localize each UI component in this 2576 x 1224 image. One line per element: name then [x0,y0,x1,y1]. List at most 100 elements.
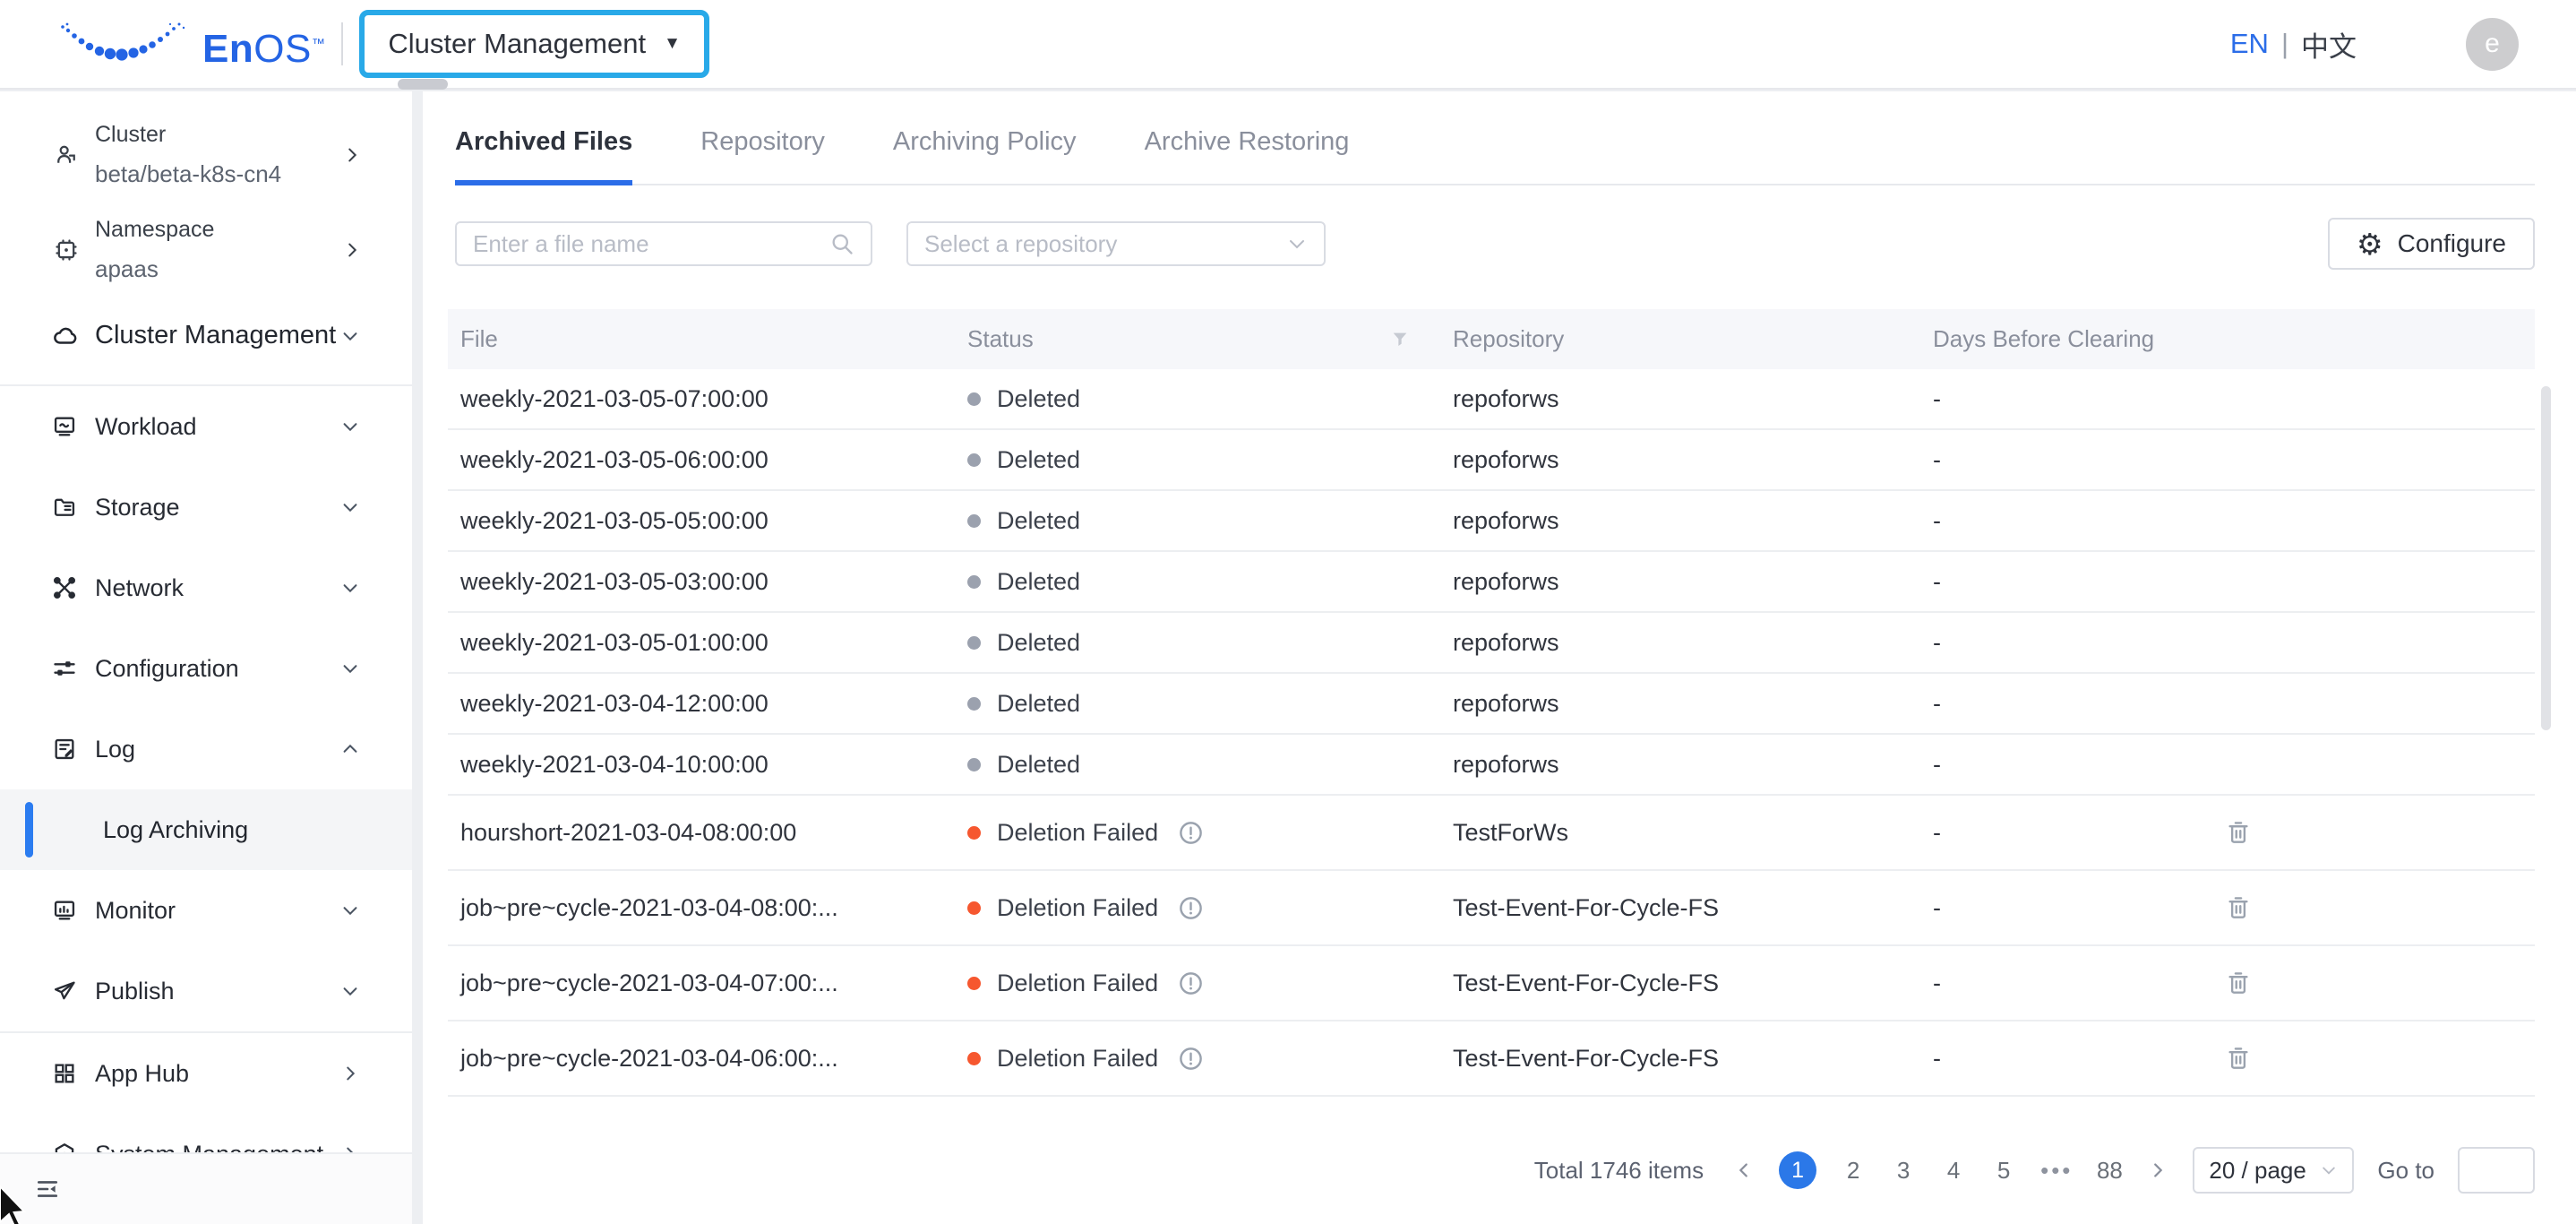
page-5-button[interactable]: 5 [1990,1157,2017,1185]
tab-bar: Archived Files Repository Archiving Poli… [455,91,2535,185]
page-2-button[interactable]: 2 [1840,1157,1867,1185]
enos-logo: EnOS™ [56,19,325,69]
status-cell: Deleted [955,385,1440,413]
table-row[interactable]: job~pre~cycle-2021-03-04-07:00:... Delet… [448,946,2535,1021]
status-cell: Deleted [955,507,1440,535]
chevron-down-icon [340,326,360,346]
status-text: Deleted [997,446,1080,474]
status-text: Deletion Failed [997,970,1158,997]
status-text: Deleted [997,751,1080,779]
table-row[interactable]: job~pre~cycle-2021-03-04-08:00:... Delet… [448,871,2535,946]
goto-page-input[interactable] [2458,1147,2535,1194]
vertical-scrollbar[interactable] [2541,386,2551,730]
table-row[interactable]: weekly-2021-03-05-07:00:00 Deleted repof… [448,369,2535,430]
file-cell: weekly-2021-03-05-03:00:00 [448,568,955,596]
days-cell: - [1920,819,2198,847]
status-dot-icon [967,901,981,915]
repository-cell: repoforws [1440,446,1920,474]
column-header-repository: Repository [1440,325,1920,353]
sidebar-item-network[interactable]: Network [0,547,412,628]
sidebar-item-log[interactable]: Log [0,709,412,789]
page-3-button[interactable]: 3 [1890,1157,1917,1185]
tab-repository[interactable]: Repository [700,127,825,184]
collapse-sidebar-icon[interactable] [36,1177,59,1201]
sidebar-item-configuration[interactable]: Configuration [0,628,412,709]
sidebar-item-app-hub[interactable]: App Hub [0,1033,412,1114]
file-search-input[interactable] [473,230,829,258]
page-4-button[interactable]: 4 [1940,1157,1967,1185]
days-cell: - [1920,894,2198,922]
info-icon[interactable] [1178,820,1204,846]
status-cell: Deletion Failed [955,894,1440,922]
column-header-file: File [448,325,955,353]
tab-archiving-policy[interactable]: Archiving Policy [893,127,1077,184]
table-row[interactable]: weekly-2021-03-05-06:00:00 Deleted repof… [448,430,2535,491]
days-cell: - [1920,385,2198,413]
sidebar-item-monitor[interactable]: Monitor [0,870,412,951]
configuration-icon [52,656,77,681]
repository-cell: repoforws [1440,629,1920,657]
more-pages-ellipsis[interactable]: ••• [2040,1157,2073,1185]
file-cell: weekly-2021-03-05-07:00:00 [448,385,955,413]
cluster-icon [54,142,79,168]
sidebar-footer [0,1152,412,1224]
table-row[interactable]: job~pre~cycle-2021-03-04-06:00:... Delet… [448,1021,2535,1097]
delete-file-button[interactable] [2225,970,2252,996]
app-switcher-dropdown[interactable]: Cluster Management ▼ [359,10,709,78]
sidebar-item-workload[interactable]: Workload [0,386,412,467]
chevron-down-icon [2320,1161,2338,1179]
column-header-status: Status [955,325,1440,353]
days-cell: - [1920,507,2198,535]
tab-archived-files[interactable]: Archived Files [455,127,632,185]
lang-en[interactable]: EN [2230,28,2269,60]
lang-zh[interactable]: 中文 [2301,24,2357,65]
sidebar-item-cluster-management[interactable]: Cluster Management [0,303,412,368]
repository-cell: repoforws [1440,690,1920,718]
next-page-button[interactable] [2146,1160,2169,1180]
app-hub-icon [52,1061,77,1086]
days-cell: - [1920,568,2198,596]
file-cell: weekly-2021-03-04-12:00:00 [448,690,955,718]
delete-file-button[interactable] [2225,894,2252,921]
table-row[interactable]: weekly-2021-03-04-10:00:00 Deleted repof… [448,735,2535,796]
table-row[interactable]: hourshort-2021-03-04-08:00:00 Deletion F… [448,796,2535,871]
configure-button[interactable]: ⚙ Configure [2328,218,2535,270]
file-cell: weekly-2021-03-05-06:00:00 [448,446,955,474]
file-cell: weekly-2021-03-05-05:00:00 [448,507,955,535]
sidebar-item-cluster-context[interactable]: Cluster beta/beta-k8s-cn4 [0,108,412,203]
chevron-up-icon [340,739,360,759]
status-text: Deleted [997,507,1080,535]
namespace-icon [54,237,79,263]
table-row[interactable]: weekly-2021-03-05-03:00:00 Deleted repof… [448,552,2535,613]
publish-icon [52,978,77,1004]
sidebar-item-publish[interactable]: Publish [0,951,412,1031]
page-1-button[interactable]: 1 [1779,1151,1816,1189]
sidebar-item-log-archiving[interactable]: Log Archiving [0,789,412,870]
table-row[interactable]: weekly-2021-03-05-01:00:00 Deleted repof… [448,613,2535,674]
info-icon[interactable] [1178,970,1204,996]
info-icon[interactable] [1178,895,1204,921]
page-88-button[interactable]: 88 [2096,1157,2123,1185]
filter-funnel-icon[interactable] [1390,330,1410,349]
topbar: EnOS™ Cluster Management ▼ EN | 中文 e [0,0,2576,90]
namespace-value: apaas [95,255,412,283]
repository-cell: Test-Event-For-Cycle-FS [1440,970,1920,997]
tab-archive-restoring[interactable]: Archive Restoring [1145,127,1350,184]
page-size-select[interactable]: 20 / page [2193,1147,2354,1194]
filter-bar: Select a repository ⚙ Configure [455,218,2535,270]
chevron-down-icon [340,578,360,598]
sidebar-item-storage[interactable]: Storage [0,467,412,547]
table-body: weekly-2021-03-05-07:00:00 Deleted repof… [448,369,2535,1097]
status-dot-icon [967,697,981,711]
search-icon[interactable] [829,231,854,256]
chevron-down-icon [340,659,360,678]
previous-page-button[interactable] [1732,1160,1756,1180]
user-avatar[interactable]: e [2466,18,2519,71]
sidebar-item-namespace-context[interactable]: Namespace apaas [0,203,412,297]
delete-file-button[interactable] [2225,1045,2252,1072]
table-row[interactable]: weekly-2021-03-05-05:00:00 Deleted repof… [448,491,2535,552]
repository-select[interactable]: Select a repository [906,221,1326,266]
table-row[interactable]: weekly-2021-03-04-12:00:00 Deleted repof… [448,674,2535,735]
delete-file-button[interactable] [2225,819,2252,846]
info-icon[interactable] [1178,1046,1204,1072]
